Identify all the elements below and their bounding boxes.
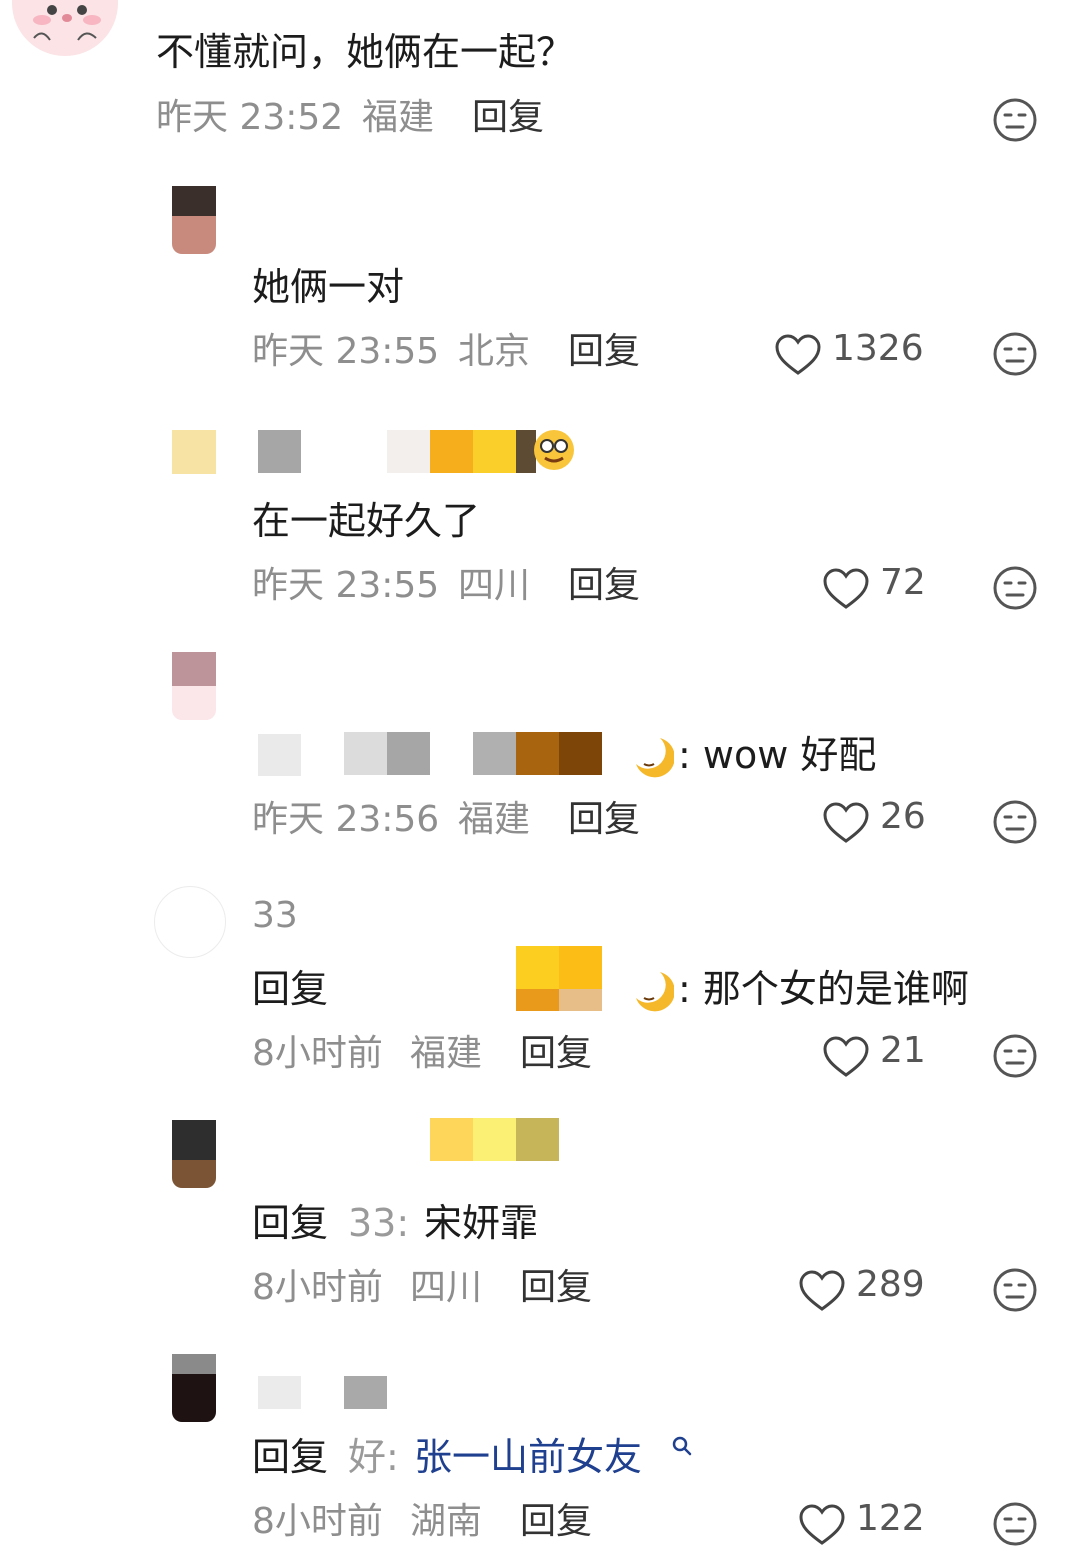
- reply-target[interactable]: 好:: [348, 1438, 399, 1476]
- reply-target[interactable]: 33:: [348, 1204, 409, 1242]
- avatar[interactable]: [172, 1354, 216, 1422]
- reply-button[interactable]: 回复: [568, 568, 640, 604]
- reply-button[interactable]: 回复: [520, 1036, 592, 1072]
- comment-time: 8小时前: [252, 1033, 383, 1074]
- like-count: 289: [856, 1264, 925, 1305]
- like-count: 72: [880, 562, 926, 603]
- moon-face-emoji-icon: [630, 968, 675, 1012]
- like-count: 26: [880, 796, 926, 837]
- heart-outline-icon[interactable]: [798, 1269, 846, 1313]
- comment-time: 8小时前: [252, 1501, 383, 1542]
- comment-text: : 那个女的是谁啊: [678, 967, 969, 1011]
- reply-prefix: 回复: [252, 1201, 329, 1245]
- comment-time: 昨天 23:52: [156, 97, 344, 138]
- heart-outline-icon[interactable]: [822, 801, 870, 845]
- username-redacted: [258, 430, 558, 474]
- comment-time: 昨天 23:55: [252, 331, 440, 372]
- reply-button[interactable]: 回复: [568, 334, 640, 370]
- comment-text: 不懂就问，她俩在一起？: [156, 30, 575, 74]
- heart-outline-icon[interactable]: [774, 333, 822, 377]
- reply-prefix: 回复: [252, 967, 329, 1011]
- username-redacted: [516, 946, 606, 1012]
- neutral-face-icon[interactable]: [993, 98, 1037, 142]
- heart-outline-icon[interactable]: [822, 1035, 870, 1079]
- neutral-face-icon[interactable]: [993, 1268, 1037, 1312]
- comment-region: 湖南: [410, 1501, 483, 1542]
- moon-face-emoji-icon: [630, 734, 675, 778]
- username-redacted: [430, 1118, 560, 1162]
- comment-text: 在一起好久了: [252, 499, 481, 543]
- like-count: 21: [880, 1030, 926, 1071]
- avatar[interactable]: [172, 652, 216, 720]
- search-icon[interactable]: [672, 1436, 692, 1456]
- comment-region: 福建: [410, 1033, 483, 1074]
- username-redacted: [258, 1376, 388, 1410]
- comment-time: 昨天 23:56: [252, 799, 440, 840]
- reply-prefix: 回复: [252, 1435, 329, 1479]
- neutral-face-icon[interactable]: [993, 1502, 1037, 1546]
- avatar[interactable]: [12, 0, 118, 56]
- comment-time: 昨天 23:55: [252, 565, 440, 606]
- neutral-face-icon[interactable]: [993, 800, 1037, 844]
- heart-outline-icon[interactable]: [822, 567, 870, 611]
- neutral-face-icon[interactable]: [993, 1034, 1037, 1078]
- like-count: 1326: [832, 328, 924, 369]
- comment-region: 四川: [458, 565, 531, 606]
- avatar[interactable]: [154, 886, 226, 958]
- nerd-face-emoji-icon: [532, 428, 576, 472]
- reply-button[interactable]: 回复: [520, 1504, 592, 1540]
- search-link[interactable]: 张一山前女友: [414, 1438, 642, 1476]
- comment-region: 四川: [410, 1267, 483, 1308]
- comment-text: : wow 好配: [678, 733, 877, 777]
- avatar[interactable]: [172, 430, 216, 474]
- reply-button[interactable]: 回复: [472, 100, 544, 136]
- comment-region: 北京: [458, 331, 531, 372]
- avatar-illustration: [33, 5, 101, 41]
- comment-time: 8小时前: [252, 1267, 383, 1308]
- heart-outline-icon[interactable]: [798, 1503, 846, 1547]
- neutral-face-icon[interactable]: [993, 566, 1037, 610]
- comment-text: 宋妍霏: [424, 1201, 539, 1245]
- reply-button[interactable]: 回复: [520, 1270, 592, 1306]
- username[interactable]: 33: [252, 898, 298, 934]
- avatar[interactable]: [172, 1120, 216, 1188]
- comment-region: 福建: [458, 799, 531, 840]
- username-redacted: [258, 732, 608, 776]
- comment-region: 福建: [362, 97, 435, 138]
- neutral-face-icon[interactable]: [993, 332, 1037, 376]
- comment-text: 她俩一对: [252, 265, 405, 309]
- avatar[interactable]: [172, 186, 216, 254]
- reply-button[interactable]: 回复: [568, 802, 640, 838]
- like-count: 122: [856, 1498, 925, 1539]
